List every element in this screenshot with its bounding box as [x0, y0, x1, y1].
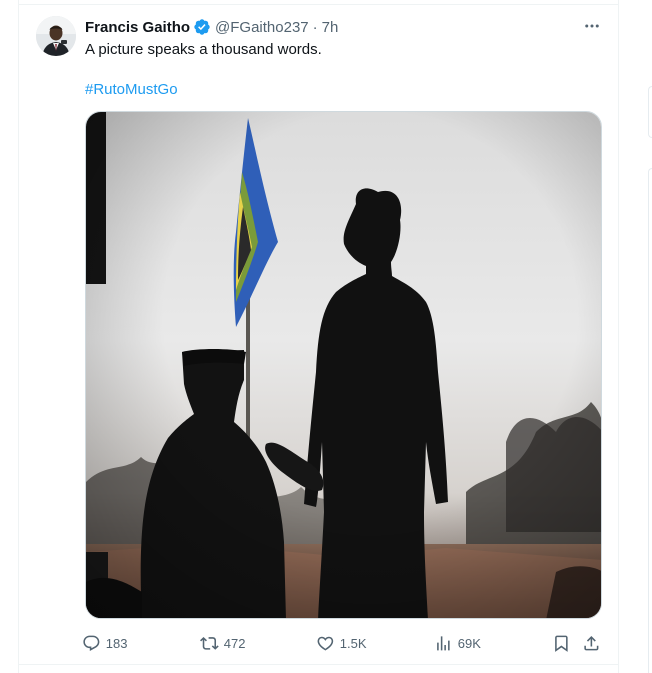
tweet-text: A picture speaks a thousand words.	[85, 41, 322, 58]
retweet-count: 472	[223, 635, 246, 651]
tweet-header: Francis Gaitho @FGaitho237 · 7h	[85, 17, 338, 37]
author-handle[interactable]: @FGaitho237	[215, 19, 309, 36]
sidebar-card-edge	[648, 168, 652, 673]
like-button[interactable]: 1.5K	[316, 630, 367, 656]
timeline-right-border	[618, 0, 619, 673]
author-name[interactable]: Francis Gaitho	[85, 19, 190, 36]
hashtag-link[interactable]: #RutoMustGo	[85, 80, 178, 100]
avatar-image	[36, 16, 76, 56]
views-count: 69K	[457, 635, 481, 651]
tweet-timestamp[interactable]: 7h	[322, 19, 339, 36]
avatar[interactable]	[36, 16, 76, 56]
verified-badge-icon[interactable]	[193, 18, 211, 36]
share-icon	[584, 635, 599, 651]
tweet-photo[interactable]	[85, 111, 602, 619]
reply-icon	[83, 635, 100, 651]
reply-button[interactable]: 183	[82, 630, 127, 656]
timeline-left-border	[18, 0, 19, 673]
more-icon	[585, 24, 599, 28]
header-separator: ·	[312, 18, 318, 36]
like-count: 1.5K	[339, 635, 367, 651]
photo-silhouettes-image	[86, 112, 601, 618]
sidebar-card-edge	[648, 86, 652, 138]
tweet-actions: 183 472 1.5K 69K	[82, 630, 606, 656]
reply-count: 183	[105, 635, 128, 651]
like-icon	[317, 636, 334, 651]
sidebar-edge	[644, 0, 652, 673]
tweet-top-divider	[18, 4, 618, 5]
retweet-icon	[200, 636, 219, 650]
views-button[interactable]: 69K	[434, 630, 481, 656]
retweet-button[interactable]: 472	[200, 630, 245, 656]
views-icon	[437, 635, 450, 651]
tweet-bottom-divider	[18, 664, 618, 665]
more-options-button[interactable]	[581, 15, 603, 37]
bookmark-icon	[555, 635, 568, 652]
share-button[interactable]	[582, 630, 601, 656]
bookmark-button[interactable]	[552, 630, 571, 656]
